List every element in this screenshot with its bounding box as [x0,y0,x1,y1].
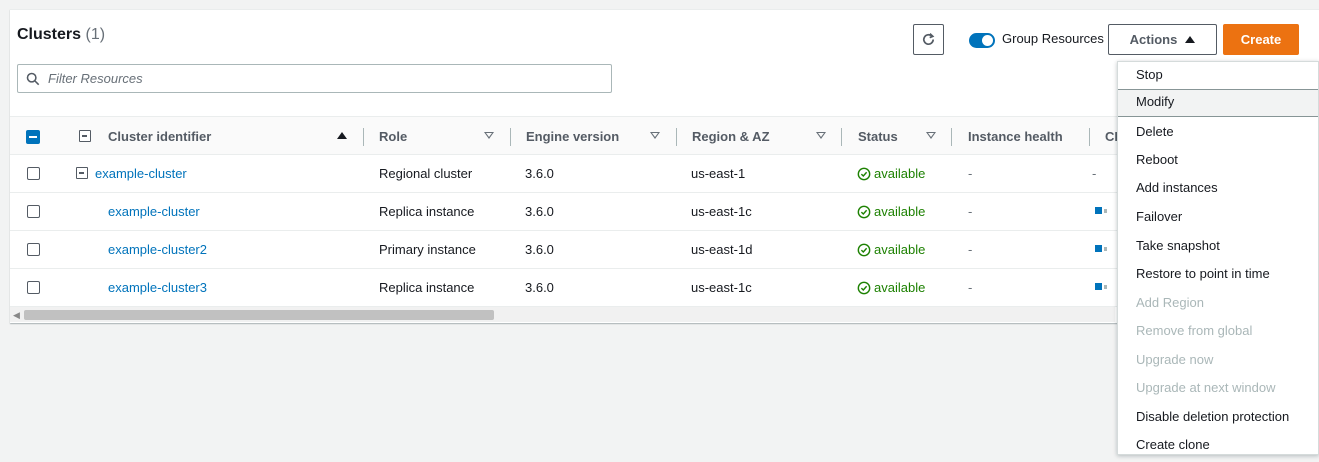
menu-item-remove-from-global: Remove from global [1136,323,1253,338]
menu-item-take-snapshot[interactable]: Take snapshot [1118,235,1318,263]
refresh-button[interactable] [913,24,944,55]
health-cell: - [968,166,973,181]
column-separator[interactable] [363,128,364,146]
column-separator[interactable] [510,128,511,146]
menu-item-delete[interactable]: Delete [1118,121,1318,149]
menu-item-upgrade-next-window: Upgrade at next window [1136,380,1276,395]
health-cell: - [968,204,973,219]
status-text: available [874,280,926,295]
col-status[interactable]: Status [858,129,898,144]
filter-input[interactable] [46,70,586,87]
horizontal-scrollbar[interactable]: ◀ [10,306,1115,322]
collapse-box-icon[interactable] [76,167,88,179]
menu-item-add-instances[interactable]: Add instances [1118,177,1318,205]
status-text: available [874,204,926,219]
col-engine-version[interactable]: Engine version [526,129,619,144]
menu-item-disable-deletion-protection[interactable]: Disable deletion protection [1118,406,1318,434]
check-circle-icon [857,243,871,256]
status-cell: available [857,242,925,257]
check-circle-icon [857,167,871,180]
menu-item-failover[interactable]: Failover [1118,206,1318,234]
sort-ascending-icon[interactable] [337,132,347,139]
menu-item-add-region: Add Region [1136,295,1204,310]
engine-cell: 3.6.0 [525,242,554,257]
collapse-all-icon[interactable] [79,130,91,142]
engine-cell: 3.6.0 [525,280,554,295]
menu-item-reboot[interactable]: Reboot [1118,149,1318,177]
menu-item-create-clone[interactable]: Create clone [1118,434,1318,462]
row-checkbox[interactable] [27,243,40,256]
check-circle-icon [857,281,871,294]
menu-item-restore-point-in-time[interactable]: Restore to point in time [1118,263,1318,291]
column-separator[interactable] [951,128,952,146]
column-separator[interactable] [676,128,677,146]
column-separator[interactable] [841,128,842,146]
scrollbar-thumb[interactable] [24,310,494,320]
title-text: Clusters [17,26,82,43]
group-resources-label: Group Resources [1002,31,1104,46]
instance-link[interactable]: example-cluster2 [108,242,207,257]
sort-icon[interactable] [816,132,826,139]
caret-up-icon [1185,36,1196,43]
search-icon [26,72,40,85]
instance-link[interactable]: example-cluster3 [108,280,207,295]
sort-icon[interactable] [926,132,936,139]
col-role[interactable]: Role [379,129,407,144]
status-cell: available [857,280,925,295]
group-resources-toggle[interactable] [969,33,995,48]
check-circle-icon [857,205,871,218]
region-cell: us-east-1c [691,280,752,295]
engine-cell: 3.6.0 [525,204,554,219]
status-text: available [874,242,926,257]
status-cell: available [857,204,925,219]
cpu-bar-icon [1095,207,1107,214]
row-checkbox[interactable] [27,281,40,294]
filter-field[interactable] [17,64,612,93]
refresh-icon [923,33,935,45]
page-title: Clusters (1) [17,26,105,44]
scroll-left-icon[interactable]: ◀ [13,310,20,321]
cpu-bar-icon [1095,245,1107,252]
cluster-link[interactable]: example-cluster [95,166,187,181]
sort-icon[interactable] [650,132,660,139]
row-checkbox[interactable] [27,167,40,180]
status-text: available [874,166,926,181]
col-cluster-identifier[interactable]: Cluster identifier [108,129,211,144]
region-cell: us-east-1 [691,166,746,181]
col-region-az[interactable]: Region & AZ [692,129,770,144]
status-cell: available [857,166,925,181]
role-cell: Primary instance [379,242,476,257]
top-strip [0,0,1319,9]
cpu-cell: - [1092,166,1097,181]
menu-item-stop[interactable]: Stop [1118,64,1318,92]
create-button[interactable]: Create [1223,24,1299,55]
col-instance-health[interactable]: Instance health [968,129,1063,144]
title-count: (1) [85,26,106,43]
sort-icon[interactable] [484,132,494,139]
column-separator[interactable] [1089,128,1090,146]
cpu-bar-icon [1095,283,1107,290]
actions-menu: Stop Modify Delete Reboot Add instances … [1117,61,1319,455]
region-cell: us-east-1c [691,204,752,219]
role-cell: Regional cluster [379,166,473,181]
health-cell: - [968,242,973,257]
row-checkbox[interactable] [27,205,40,218]
role-cell: Replica instance [379,280,475,295]
select-all-checkbox[interactable] [26,130,40,144]
region-cell: us-east-1d [691,242,753,257]
actions-button[interactable]: Actions [1108,24,1217,55]
menu-item-modify[interactable]: Modify [1118,89,1318,117]
role-cell: Replica instance [379,204,475,219]
actions-label: Actions [1129,32,1178,47]
menu-item-upgrade-now: Upgrade now [1136,352,1214,367]
instance-link[interactable]: example-cluster [108,204,200,219]
health-cell: - [968,280,973,295]
engine-cell: 3.6.0 [525,166,554,181]
